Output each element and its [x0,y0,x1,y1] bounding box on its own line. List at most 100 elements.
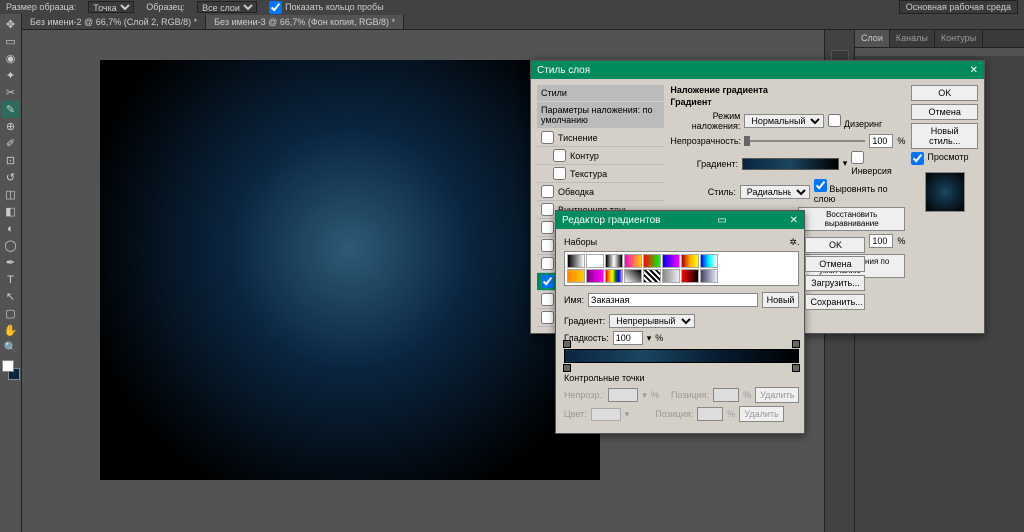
gradient-preset[interactable] [700,254,718,268]
gradient-name-input[interactable] [588,293,758,307]
foreground-color-swatch[interactable] [2,360,14,372]
dialog-buttons: OK Отмена Новый стиль... Просмотр [911,85,978,327]
shape-tool-icon[interactable]: ▢ [2,305,20,322]
move-tool-icon[interactable]: ✥ [2,16,20,33]
gradient-preset[interactable] [643,269,661,283]
opacity-stop[interactable] [792,340,800,348]
blur-tool-icon[interactable]: ◐ [2,220,20,237]
close-icon[interactable]: ✕ [790,215,798,226]
stamp-tool-icon[interactable]: ⊡ [2,152,20,169]
workspace-selector[interactable]: Основная рабочая среда [899,0,1018,14]
effect-row[interactable]: Контур [537,147,664,165]
sample-label: Образец: [146,2,185,12]
heal-tool-icon[interactable]: ⊕ [2,118,20,135]
document-canvas[interactable] [100,60,600,480]
zoom-tool-icon[interactable]: 🔍 [2,339,20,356]
dropdown-icon[interactable]: ▾ [647,333,652,344]
tab-paths[interactable]: Контуры [935,30,983,47]
gradient-preset[interactable] [605,254,623,268]
close-icon[interactable]: ✕ [970,65,978,76]
wand-tool-icon[interactable]: ✦ [2,67,20,84]
gradient-preset[interactable] [662,269,680,283]
gradient-preset[interactable] [700,269,718,283]
sample-size-label: Размер образца: [6,2,76,12]
color-swatches[interactable] [2,360,20,380]
opacity-input[interactable] [869,134,893,148]
gradient-preset[interactable] [586,254,604,268]
dodge-tool-icon[interactable]: ◯ [2,237,20,254]
brush-tool-icon[interactable]: ✐ [2,135,20,152]
gradient-preset[interactable] [624,254,642,268]
gradient-preset[interactable] [624,269,642,283]
sample-size-select[interactable]: Точка [88,1,134,13]
dialog-title: Стиль слоя [537,65,590,76]
dropdown-icon[interactable]: ▾ [843,158,848,169]
sample-select[interactable]: Все слои [197,1,257,13]
load-button[interactable]: Загрузить... [805,275,865,291]
new-style-button[interactable]: Новый стиль... [911,123,978,149]
gradient-picker[interactable] [742,158,839,170]
eraser-tool-icon[interactable]: ◫ [2,186,20,203]
panel-tabs: Слои Каналы Контуры [855,30,1024,48]
document-tab[interactable]: Без имени-3 @ 66,7% (Фон копия, RGB/8) * [206,15,404,29]
dialog-titlebar[interactable]: Стиль слоя ✕ [531,61,984,79]
save-button[interactable]: Сохранить... [805,294,865,310]
dither-checkbox[interactable]: Дизеринг [828,114,882,129]
gradient-preset[interactable] [567,269,585,283]
marquee-tool-icon[interactable]: ▭ [2,33,20,50]
dialog-titlebar[interactable]: Редактор градиентов ▭ ✕ [556,211,804,229]
gradient-preset[interactable] [643,254,661,268]
cancel-button[interactable]: Отмена [911,104,978,120]
tools-panel: ✥ ▭ ◉ ✦ ✂ ✎ ⊕ ✐ ⊡ ↺ ◫ ◧ ◐ ◯ ✒ T ↖ ▢ ✋ 🔍 [0,14,22,532]
gradient-type-select[interactable]: Непрерывный [609,314,695,328]
stop-position-input [697,407,723,421]
gradient-preset[interactable] [681,269,699,283]
preview-checkbox[interactable]: Просмотр [911,152,978,165]
tab-layers[interactable]: Слои [855,30,890,47]
effect-row[interactable]: Обводка [537,183,664,201]
opacity-stop[interactable] [563,340,571,348]
gradient-bar[interactable] [564,349,799,363]
lasso-tool-icon[interactable]: ◉ [2,50,20,67]
type-tool-icon[interactable]: T [2,271,20,288]
minimize-icon[interactable]: ▭ [717,215,726,226]
pen-tool-icon[interactable]: ✒ [2,254,20,271]
gradient-tool-icon[interactable]: ◧ [2,203,20,220]
effect-row[interactable]: Тиснение [537,129,664,147]
gradient-preset[interactable] [567,254,585,268]
effect-row[interactable]: Текстура [537,165,664,183]
color-stop[interactable] [792,364,800,372]
stop-opacity-input [608,388,638,402]
blend-mode-select[interactable]: Нормальный [744,114,824,128]
eyedropper-tool-icon[interactable]: ✎ [2,101,20,118]
scale-input[interactable] [869,234,893,248]
align-checkbox[interactable]: Выровнять по слою [814,179,906,204]
gradient-preset[interactable] [681,254,699,268]
new-gradient-button[interactable]: Новый [762,292,800,308]
color-stop[interactable] [563,364,571,372]
path-tool-icon[interactable]: ↖ [2,288,20,305]
cancel-button[interactable]: Отмена [805,256,865,272]
options-bar: Размер образца: Точка Образец: Все слои … [0,0,1024,14]
hand-tool-icon[interactable]: ✋ [2,322,20,339]
params-header[interactable]: Параметры наложения: по умолчанию [537,102,664,128]
layers-body [855,48,1024,56]
smoothness-input[interactable] [613,331,643,345]
tab-channels[interactable]: Каналы [890,30,935,47]
gradient-preset[interactable] [605,269,623,283]
document-tab[interactable]: Без имени-2 @ 66,7% (Слой 2, RGB/8) * [22,15,206,29]
gradient-style-select[interactable]: Радиальный [740,185,810,199]
gear-icon[interactable]: ✲. [789,237,799,248]
inverse-checkbox[interactable]: Инверсия [851,151,905,176]
opacity-slider[interactable] [744,140,865,142]
styles-header[interactable]: Стили [537,85,664,101]
crop-tool-icon[interactable]: ✂ [2,84,20,101]
reset-align-button[interactable]: Восстановить выравнивание [798,207,905,231]
history-tool-icon[interactable]: ↺ [2,169,20,186]
gradient-preset[interactable] [662,254,680,268]
ok-button[interactable]: OK [805,237,865,253]
gradient-preset[interactable] [586,269,604,283]
ok-button[interactable]: OK [911,85,978,101]
show-ring-checkbox[interactable]: Показать кольцо пробы [269,1,384,14]
stop-position-input [713,388,739,402]
